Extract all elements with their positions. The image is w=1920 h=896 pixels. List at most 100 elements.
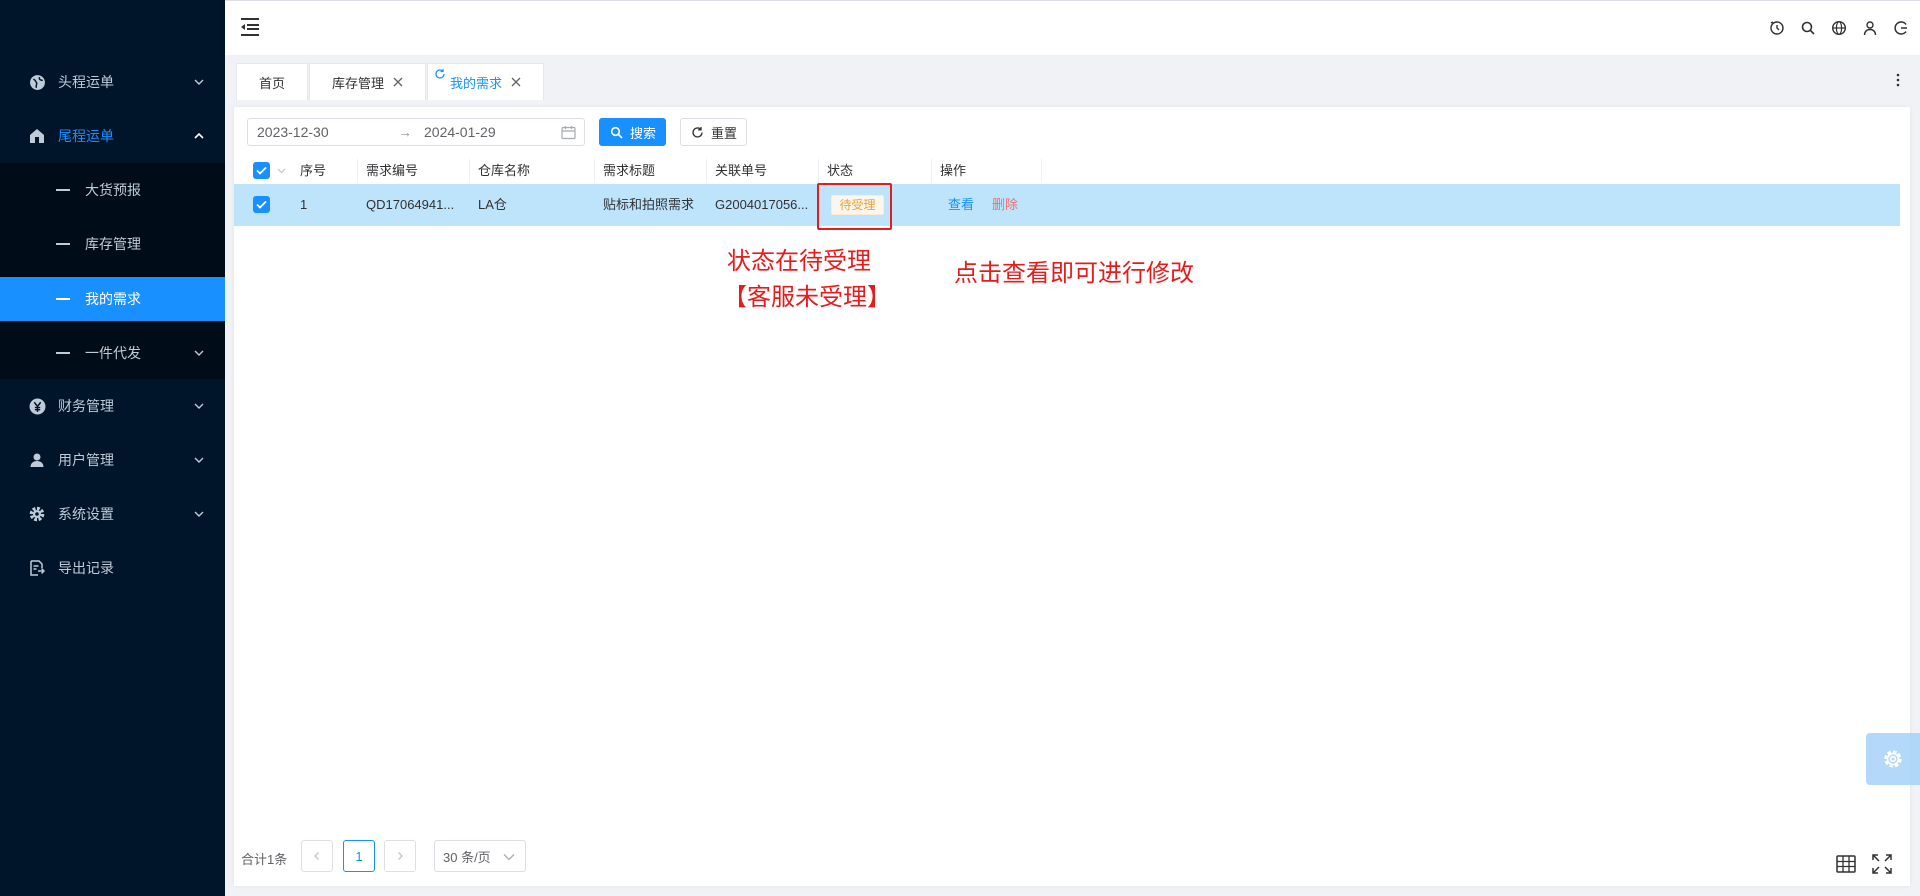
cell-ref-no: G2004017056...: [715, 197, 809, 212]
sidebar-item-label: 头程运单: [58, 74, 114, 90]
search-button-label: 搜索: [630, 125, 657, 141]
sidebar-subitem-inventory[interactable]: 库存管理: [0, 222, 225, 266]
column-header-ref-no: 关联单号: [707, 159, 819, 183]
tab-bar: 首页 库存管理 我的需求: [225, 55, 1920, 100]
search-icon: [610, 126, 623, 139]
table-row[interactable]: 1 QD17064941... LA仓 贴标和拍照需求 G2004017056.…: [234, 184, 1900, 226]
reset-button[interactable]: 重置: [680, 118, 747, 146]
sidebar-subitem-dropshipping[interactable]: 一件代发: [0, 331, 225, 375]
action-annotation: 点击查看即可进行修改: [954, 259, 1194, 287]
sidebar-item-export-records[interactable]: 导出记录: [0, 546, 225, 590]
sidebar-item-finance[interactable]: 财务管理: [0, 384, 225, 428]
sidebar-subitem-bulk-forecast[interactable]: 大货预报: [0, 168, 225, 212]
column-header-status: 状态: [819, 159, 932, 183]
search-button[interactable]: 搜索: [599, 118, 666, 146]
refresh-icon[interactable]: [434, 68, 446, 80]
tab-label: 首页: [259, 75, 286, 91]
chevron-down-icon: [194, 403, 204, 409]
tab-inventory[interactable]: 库存管理: [309, 63, 426, 100]
column-header-actions: 操作: [932, 159, 1042, 183]
prev-page-button[interactable]: [301, 840, 333, 872]
status-annotation-line1: 状态在待受理: [727, 247, 871, 275]
chevron-down-icon: [194, 79, 204, 85]
logout-icon[interactable]: [1892, 19, 1910, 37]
cell-request-no: QD17064941...: [366, 197, 455, 212]
cell-index: 1: [300, 197, 308, 212]
more-vertical-icon[interactable]: [1896, 73, 1900, 87]
sidebar-item-label: 大货预报: [85, 182, 141, 198]
dash-icon: [56, 298, 70, 300]
sidebar-item-label: 一件代发: [85, 345, 141, 361]
page-size-value: 30 条/页: [443, 849, 491, 865]
chevron-up-icon: [194, 132, 204, 139]
menu-fold-icon[interactable]: [239, 17, 261, 37]
globe-icon: [28, 73, 46, 91]
cell-actions: 查看 删除: [932, 184, 1042, 226]
pagination-total: 合计1条: [241, 852, 288, 867]
select-all-checkbox[interactable]: [253, 162, 270, 179]
chevron-down-icon: [194, 511, 204, 517]
chevron-down-icon: [194, 457, 204, 463]
sidebar-item-last-leg[interactable]: 尾程运单: [0, 114, 225, 158]
tab-home[interactable]: 首页: [236, 63, 308, 100]
sidebar-item-label: 财务管理: [58, 398, 114, 414]
view-link[interactable]: 查看: [948, 184, 974, 226]
chevron-down-icon[interactable]: [277, 168, 286, 174]
close-icon[interactable]: [510, 76, 522, 88]
chevron-down-icon: [194, 350, 204, 356]
next-page-button[interactable]: [384, 840, 416, 872]
sidebar-item-label: 尾程运单: [58, 128, 114, 144]
table-columns-icon[interactable]: [1835, 853, 1857, 875]
refresh-icon: [691, 126, 704, 139]
dash-icon: [56, 189, 70, 191]
tab-label: 我的需求: [450, 75, 503, 91]
sidebar-item-label: 用户管理: [58, 452, 114, 468]
page-size-select[interactable]: 30 条/页: [434, 840, 526, 872]
delete-link[interactable]: 删除: [992, 184, 1018, 226]
yen-icon: [28, 397, 46, 415]
sidebar: 头程运单 尾程运单 大货预报 库存管理 我的需求 一件代发 财务管理 用户管理 …: [0, 0, 225, 896]
sidebar-item-label: 系统设置: [58, 506, 114, 522]
sidebar-item-label: 导出记录: [58, 560, 114, 576]
dash-icon: [56, 352, 70, 354]
sidebar-item-label: 库存管理: [85, 236, 141, 252]
dash-icon: [56, 243, 70, 245]
top-header: [225, 0, 1920, 55]
row-checkbox[interactable]: [253, 196, 270, 213]
status-badge: 待受理: [831, 195, 884, 215]
reset-button-label: 重置: [711, 125, 738, 141]
status-annotation-line2: 【客服未受理】: [723, 283, 891, 311]
user-icon: [28, 451, 46, 469]
settings-float-button[interactable]: [1866, 733, 1920, 785]
sidebar-item-settings[interactable]: 系统设置: [0, 492, 225, 536]
date-start[interactable]: 2023-12-30: [257, 124, 329, 140]
gear-icon: [28, 505, 46, 523]
tab-my-requests[interactable]: 我的需求: [427, 63, 544, 100]
sidebar-item-first-leg[interactable]: 头程运单: [0, 60, 225, 104]
close-icon[interactable]: [392, 76, 404, 88]
search-icon[interactable]: [1799, 19, 1817, 37]
page-number-button[interactable]: 1: [343, 840, 375, 872]
user-icon[interactable]: [1861, 19, 1879, 37]
main-panel: 2023-12-30 → 2024-01-29 搜索 重置 序号 需求编号 仓库…: [234, 107, 1910, 886]
sidebar-item-users[interactable]: 用户管理: [0, 438, 225, 482]
fullscreen-icon[interactable]: [1871, 853, 1893, 875]
column-header-index: 序号: [292, 159, 358, 183]
calendar-icon: [561, 126, 576, 140]
home-icon: [28, 127, 46, 145]
cell-warehouse: LA仓: [478, 197, 507, 212]
cell-title: 贴标和拍照需求: [603, 197, 695, 212]
export-file-icon: [28, 559, 46, 577]
sidebar-subitem-my-requests[interactable]: 我的需求: [0, 277, 225, 321]
date-end[interactable]: 2024-01-29: [424, 124, 496, 140]
arrow-right-icon: →: [398, 124, 412, 140]
date-range-picker[interactable]: 2023-12-30 → 2024-01-29: [247, 118, 585, 146]
clock-icon[interactable]: [1768, 19, 1786, 37]
column-header-request-no: 需求编号: [358, 159, 470, 183]
language-icon[interactable]: [1830, 19, 1848, 37]
chevron-down-icon: [503, 854, 515, 861]
tab-label: 库存管理: [332, 75, 385, 91]
cell-status: 待受理: [819, 184, 932, 226]
column-header-warehouse: 仓库名称: [470, 159, 595, 183]
sidebar-item-label: 我的需求: [85, 291, 141, 307]
